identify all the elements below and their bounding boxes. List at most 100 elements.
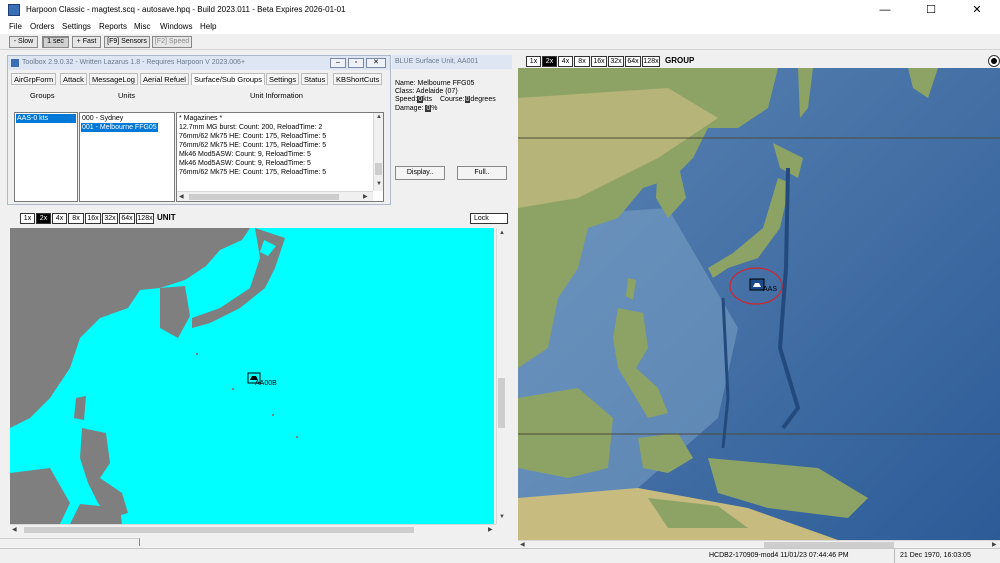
unit-map-svg[interactable]: AA00B	[10, 228, 494, 524]
full-button[interactable]: Full..	[457, 166, 507, 180]
game-datetime: 21 Dec 1970, 16:03:05	[900, 552, 971, 559]
tab-settings[interactable]: Settings	[266, 73, 300, 85]
unit-info-vscroll[interactable]: ▲ ▼	[373, 113, 383, 191]
zoom-4x[interactable]: 4x	[558, 56, 573, 67]
toolbox-title: Toolbox 2.9.0.32 - Written Lazarus 1.8 -…	[22, 59, 246, 66]
zoom-32x[interactable]: 32x	[608, 56, 624, 67]
fast-button[interactable]: + Fast	[72, 36, 101, 48]
group-map-label: GROUP	[665, 56, 695, 65]
list-item-unit[interactable]: 000 - Sydney	[81, 114, 124, 123]
slow-button[interactable]: - Slow	[9, 36, 38, 48]
scroll-left-arrow-icon[interactable]: ◀	[520, 541, 525, 548]
tab-kbshortcuts[interactable]: KBShortCuts	[333, 73, 383, 85]
menu-misc[interactable]: Misc	[134, 22, 150, 31]
zoom-2x[interactable]: 2x	[542, 56, 557, 67]
maximize-button[interactable]: ☐	[908, 0, 954, 20]
menu-windows[interactable]: Windows	[160, 22, 192, 31]
tab-aerial-refuel[interactable]: Aerial Refuel	[140, 73, 189, 85]
speed-unit: kts	[423, 96, 433, 103]
toolbox-app-icon	[11, 59, 19, 67]
zoom-64x[interactable]: 64x	[625, 56, 641, 67]
info-line: 76mm/62 Mk75 HE: Count: 175, ReloadTime:…	[179, 133, 327, 140]
menu-reports[interactable]: Reports	[99, 22, 127, 31]
unit-map-vscroll-thumb[interactable]	[498, 378, 505, 428]
toolbox-minimize-button[interactable]: –	[330, 58, 346, 68]
unit-name: Name: Melbourne FFG05	[395, 80, 475, 87]
unit-info-vscroll-thumb[interactable]	[375, 163, 382, 175]
list-item-unit-selected[interactable]: 001 - Melbourne FFG05	[81, 123, 158, 132]
menu-file[interactable]: File	[9, 22, 22, 31]
unit-info-hscroll-thumb[interactable]	[189, 194, 339, 200]
sensors-button[interactable]: [F9] Sensors	[104, 36, 150, 48]
scroll-left-arrow-icon[interactable]: ◀	[12, 526, 17, 533]
toolbox-window: Toolbox 2.9.0.32 - Written Lazarus 1.8 -…	[7, 55, 391, 205]
one-sec-button[interactable]: 1 sec	[42, 36, 69, 48]
menu-orders[interactable]: Orders	[30, 22, 54, 31]
units-list[interactable]: 000 - Sydney 001 - Melbourne FFG05	[79, 112, 175, 202]
unit-panel-title: BLUE Surface Unit, AA001	[395, 58, 479, 65]
tab-airgrpform[interactable]: AirGrpForm	[11, 73, 57, 85]
zoom-16x[interactable]: 16x	[85, 213, 101, 224]
tab-attack[interactable]: Attack	[60, 73, 87, 85]
lock-button[interactable]: Lock	[470, 213, 508, 224]
zoom-1x[interactable]: 1x	[20, 213, 35, 224]
unit-map-vscroll[interactable]: ▲ ▼	[496, 228, 506, 524]
tab-surface-sub-groups[interactable]: Surface/Sub Groups	[191, 73, 265, 85]
toolbox-maximize-button[interactable]: ▫	[348, 58, 364, 68]
info-line: 12.7mm MG burst: Count: 200, ReloadTime:…	[179, 124, 323, 131]
damage-unit: %	[431, 105, 438, 112]
speed-button[interactable]: [F2] Speed	[152, 36, 192, 48]
info-line: * Magazines *	[179, 115, 223, 122]
scroll-down-arrow-icon[interactable]: ▼	[499, 514, 505, 520]
window-title: Harpoon Classic - magtest.scq - autosave…	[26, 5, 346, 14]
scroll-right-arrow-icon[interactable]: ▶	[488, 526, 493, 533]
group-map-hscroll[interactable]: ◀ ▶	[518, 540, 1000, 548]
zoom-128x[interactable]: 128x	[136, 213, 154, 224]
zoom-16x[interactable]: 16x	[591, 56, 607, 67]
zoom-4x[interactable]: 4x	[52, 213, 67, 224]
scroll-left-arrow-icon[interactable]: ◀	[179, 193, 184, 200]
display-button[interactable]: Display..	[395, 166, 445, 180]
menu-settings[interactable]: Settings	[62, 22, 91, 31]
bottom-left-strip	[0, 538, 140, 546]
groups-list[interactable]: AAS-0 kts	[14, 112, 78, 202]
list-item-group[interactable]: AAS-0 kts	[16, 114, 76, 123]
scroll-down-arrow-icon[interactable]: ▼	[376, 181, 382, 187]
tab-status[interactable]: Status	[301, 73, 329, 85]
unit-damage: Damage: 0%	[395, 105, 438, 112]
zoom-64x[interactable]: 64x	[119, 213, 135, 224]
tab-messagelog[interactable]: MessageLog	[89, 73, 138, 85]
group-map[interactable]: AAS	[518, 68, 1000, 540]
minimize-button[interactable]: —	[862, 0, 908, 20]
scroll-up-arrow-icon[interactable]: ▲	[376, 114, 382, 120]
map-option-radio[interactable]	[988, 55, 1000, 67]
unit-zoom-bar: 1x 2x 4x 8x 16x 32x 64x 128x UNIT	[20, 212, 220, 225]
zoom-2x[interactable]: 2x	[36, 213, 51, 224]
unit-map-hscroll-thumb[interactable]	[24, 527, 414, 533]
zoom-8x[interactable]: 8x	[574, 56, 590, 67]
unit-map-hscroll[interactable]: ◀ ▶	[10, 524, 496, 534]
app-icon	[8, 4, 20, 16]
unit-info-hscroll[interactable]: ◀ ▶	[177, 191, 373, 201]
groups-header: Groups	[30, 91, 55, 100]
zoom-8x[interactable]: 8x	[68, 213, 84, 224]
unit-info-list[interactable]: * Magazines * 12.7mm MG burst: Count: 20…	[176, 112, 384, 202]
scroll-up-arrow-icon[interactable]: ▲	[499, 230, 505, 236]
database-status: HCDB2-170909-mod4 11/01/23 07:44:46 PM	[709, 552, 849, 559]
scroll-right-arrow-icon[interactable]: ▶	[992, 541, 997, 548]
course-label: Course:	[440, 96, 465, 103]
group-unit-label: AAS	[763, 286, 777, 293]
info-line: 76mm/62 Mk75 HE: Count: 175, ReloadTime:…	[179, 169, 327, 176]
menu-help[interactable]: Help	[200, 22, 216, 31]
scroll-right-arrow-icon[interactable]: ▶	[363, 193, 368, 200]
zoom-32x[interactable]: 32x	[102, 213, 118, 224]
unit-speed-course: Speed:0kts Course:0degrees	[395, 96, 496, 103]
close-button[interactable]: ✕	[954, 0, 1000, 20]
zoom-128x[interactable]: 128x	[642, 56, 660, 67]
menu-bar: File Orders Settings Reports Misc Window…	[0, 20, 1000, 34]
group-map-svg[interactable]: AAS	[518, 68, 1000, 540]
unit-map[interactable]: AA00B	[10, 228, 494, 524]
zoom-1x[interactable]: 1x	[526, 56, 541, 67]
toolbox-close-button[interactable]: ✕	[366, 58, 386, 68]
course-unit: degrees	[470, 96, 496, 103]
